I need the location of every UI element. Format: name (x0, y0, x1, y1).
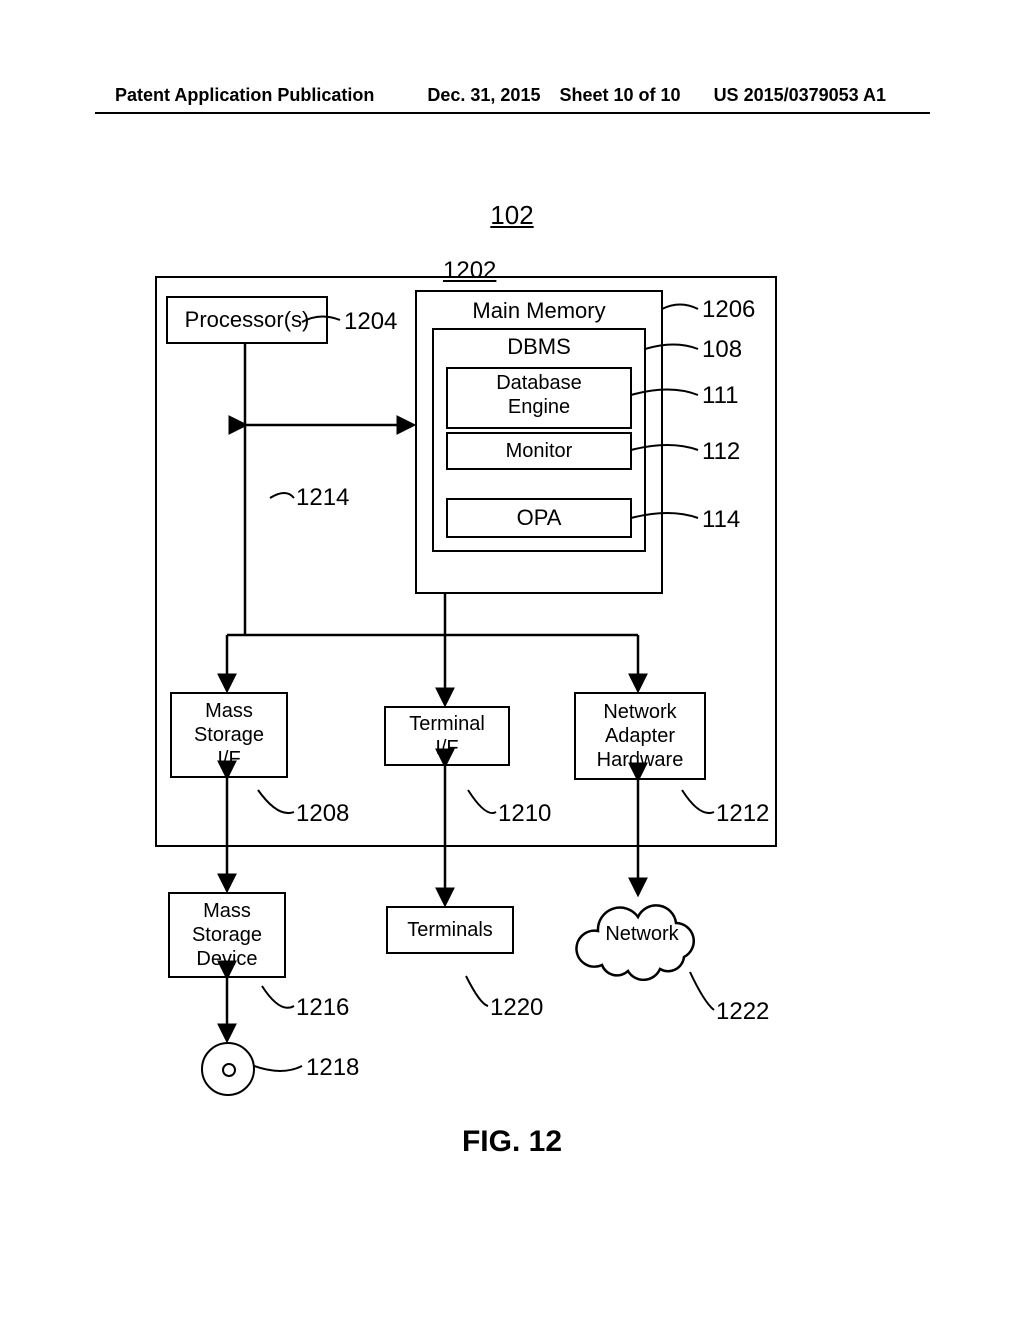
mass-storage-device-label: Mass Storage Device (192, 899, 262, 971)
opa-box: OPA (446, 498, 632, 538)
figure-caption: FIG. 12 (0, 1125, 1024, 1159)
header-date: Dec. 31, 2015 (427, 85, 540, 106)
ref-1218: 1218 (306, 1054, 359, 1082)
ref-102: 102 (0, 200, 1024, 231)
ref-1214: 1214 (296, 484, 349, 512)
header-pubnum: US 2015/0379053 A1 (714, 85, 886, 106)
ref-108: 108 (702, 336, 742, 364)
processor-box: Processor(s) (166, 296, 328, 344)
terminals-box: Terminals (386, 906, 514, 954)
database-engine-label: Database Engine (496, 372, 582, 418)
ref-1204: 1204 (344, 308, 397, 336)
header-sheet: Sheet 10 of 10 (559, 85, 680, 106)
terminal-if-label: Terminal I/F (409, 712, 485, 760)
page-header: Patent Application Publication Dec. 31, … (0, 85, 1024, 106)
mass-storage-device-box: Mass Storage Device (168, 892, 286, 978)
dbms-label: DBMS (434, 334, 644, 360)
ref-111: 111 (702, 382, 738, 410)
ref-1222: 1222 (716, 998, 769, 1026)
mass-storage-if-label: Mass Storage I/F (194, 699, 264, 771)
ref-1208: 1208 (296, 800, 349, 828)
terminal-if-box: Terminal I/F (384, 706, 510, 766)
patent-figure-page: Patent Application Publication Dec. 31, … (0, 0, 1024, 1320)
main-memory-label: Main Memory (417, 298, 661, 324)
header-title: Patent Application Publication (115, 85, 374, 106)
ref-1210: 1210 (498, 800, 551, 828)
ref-112: 112 (702, 438, 740, 466)
header-rule (95, 112, 930, 114)
mass-storage-if-box: Mass Storage I/F (170, 692, 288, 778)
database-engine-box: Database Engine (446, 367, 632, 429)
ref-1206: 1206 (702, 296, 755, 324)
network-adapter-label: Network Adapter Hardware (597, 700, 684, 772)
ref-1220: 1220 (490, 994, 543, 1022)
monitor-box: Monitor (446, 432, 632, 470)
network-label: Network (572, 923, 712, 946)
disc-icon (201, 1042, 255, 1096)
network-adapter-box: Network Adapter Hardware (574, 692, 706, 780)
network-cloud: Network (572, 895, 712, 981)
ref-1212: 1212 (716, 800, 769, 828)
ref-1216: 1216 (296, 994, 349, 1022)
ref-114: 114 (702, 506, 740, 534)
